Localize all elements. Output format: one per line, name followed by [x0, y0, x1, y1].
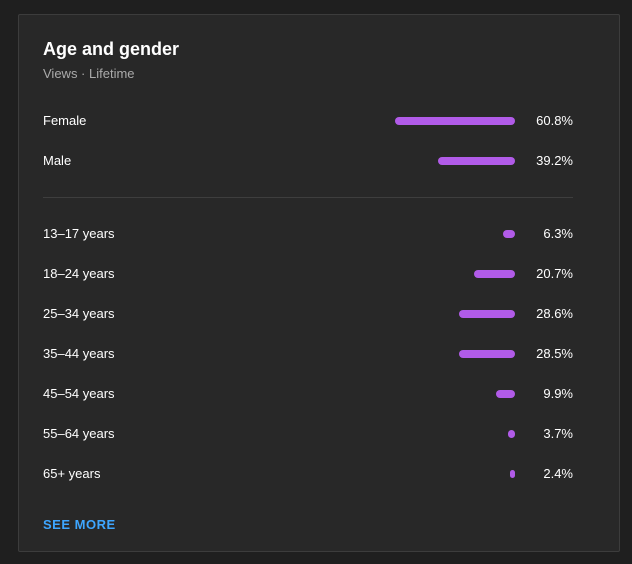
gender-bar	[395, 117, 515, 125]
bar-track	[395, 390, 515, 398]
gender-row-female: Female 60.8%	[43, 111, 573, 131]
age-bar	[459, 350, 515, 358]
age-bar	[474, 270, 515, 278]
age-row-18-24: 18–24 years 20.7%	[43, 264, 573, 284]
age-value: 6.3%	[543, 226, 573, 241]
age-label: 25–34 years	[43, 306, 115, 321]
age-label: 55–64 years	[43, 426, 115, 441]
age-bar	[503, 230, 515, 238]
age-label: 65+ years	[43, 466, 101, 481]
age-row-45-54: 45–54 years 9.9%	[43, 384, 573, 404]
section-divider	[43, 197, 573, 198]
bar-track	[395, 430, 515, 438]
age-value: 20.7%	[536, 266, 573, 281]
age-row-25-34: 25–34 years 28.6%	[43, 304, 573, 324]
bar-track	[395, 470, 515, 478]
age-gender-card: Age and gender Views · Lifetime Female 6…	[18, 14, 620, 552]
bar-track	[395, 310, 515, 318]
bar-track	[395, 230, 515, 238]
age-value: 28.6%	[536, 306, 573, 321]
gender-row-male: Male 39.2%	[43, 151, 573, 171]
age-bar	[508, 430, 515, 438]
card-title: Age and gender	[43, 39, 180, 59]
bar-track	[395, 117, 515, 125]
age-value: 3.7%	[543, 426, 573, 441]
age-row-65-plus: 65+ years 2.4%	[43, 464, 573, 484]
see-more-link[interactable]: SEE MORE	[43, 517, 116, 532]
age-row-55-64: 55–64 years 3.7%	[43, 424, 573, 444]
age-label: 45–54 years	[43, 386, 115, 401]
age-label: 18–24 years	[43, 266, 115, 281]
card-subtitle: Views · Lifetime	[43, 66, 135, 81]
age-bar	[510, 470, 515, 478]
gender-label: Female	[43, 113, 87, 128]
gender-label: Male	[43, 153, 72, 168]
gender-value: 39.2%	[536, 153, 573, 168]
age-row-13-17: 13–17 years 6.3%	[43, 224, 573, 244]
bar-track	[395, 157, 515, 165]
bar-track	[395, 350, 515, 358]
bar-track	[395, 270, 515, 278]
age-label: 13–17 years	[43, 226, 115, 241]
age-value: 9.9%	[543, 386, 573, 401]
age-value: 2.4%	[543, 466, 573, 481]
age-bar	[459, 310, 515, 318]
age-label: 35–44 years	[43, 346, 115, 361]
age-row-35-44: 35–44 years 28.5%	[43, 344, 573, 364]
age-value: 28.5%	[536, 346, 573, 361]
gender-bar	[438, 157, 515, 165]
gender-value: 60.8%	[536, 113, 573, 128]
age-bar	[496, 390, 515, 398]
